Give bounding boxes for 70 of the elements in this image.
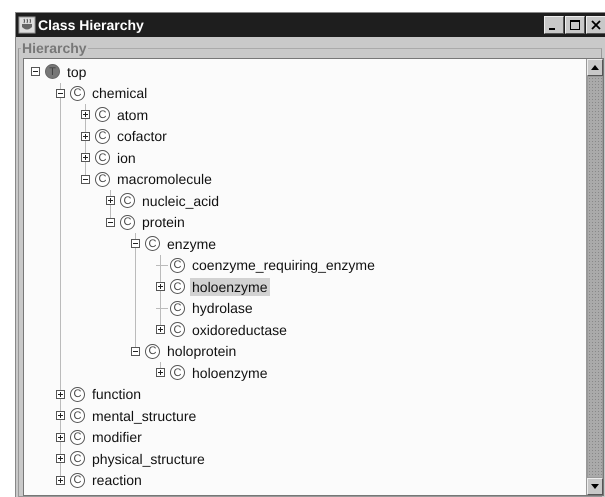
class-icon: C bbox=[70, 386, 85, 402]
tree-item[interactable]: chemical bbox=[90, 84, 150, 102]
class-icon: C bbox=[120, 193, 135, 208]
expand-icon[interactable] bbox=[156, 282, 164, 292]
expand-icon[interactable] bbox=[56, 411, 64, 420]
up-arrow-icon bbox=[591, 65, 599, 70]
class-icon: C bbox=[145, 344, 160, 359]
class-icon: C bbox=[70, 408, 85, 424]
tree-item[interactable]: mental_structure bbox=[90, 406, 198, 425]
tree-item[interactable]: enzyme bbox=[165, 234, 218, 253]
maximize-icon bbox=[569, 19, 581, 31]
collapse-icon[interactable] bbox=[30, 67, 40, 76]
minimize-icon bbox=[549, 28, 555, 30]
expand-icon[interactable] bbox=[80, 153, 90, 162]
tree-item[interactable]: holoenzyme bbox=[190, 278, 270, 296]
class-icon: C bbox=[170, 258, 185, 273]
collapse-icon[interactable] bbox=[80, 174, 90, 184]
tree-item[interactable]: protein bbox=[140, 213, 187, 232]
collapse-icon[interactable] bbox=[106, 218, 114, 227]
class-icon: C bbox=[95, 107, 110, 122]
app-icon bbox=[18, 16, 36, 34]
class-icon: C bbox=[145, 236, 160, 252]
expand-icon[interactable] bbox=[156, 368, 164, 378]
tree-item[interactable]: atom bbox=[115, 106, 150, 124]
scroll-up-button[interactable] bbox=[587, 59, 603, 76]
down-arrow-icon bbox=[591, 484, 599, 489]
class-icon: C bbox=[70, 86, 85, 101]
close-icon bbox=[590, 19, 602, 31]
expand-icon[interactable] bbox=[56, 432, 64, 442]
minimize-button[interactable] bbox=[544, 16, 564, 34]
class-icon: C bbox=[120, 214, 135, 230]
expand-icon[interactable] bbox=[106, 196, 114, 206]
class-icon: C bbox=[170, 322, 185, 338]
collapse-icon[interactable] bbox=[56, 88, 64, 98]
tree-item[interactable]: cofactor bbox=[115, 127, 169, 146]
tree-item[interactable]: nucleic_acid bbox=[140, 192, 222, 210]
expand-icon[interactable] bbox=[156, 325, 164, 334]
tree-item[interactable]: function bbox=[90, 385, 144, 404]
tree-item[interactable]: top bbox=[65, 62, 88, 81]
tree-item[interactable]: holoprotein bbox=[165, 342, 238, 360]
scroll-down-button[interactable] bbox=[587, 478, 603, 495]
collapse-icon[interactable] bbox=[130, 239, 140, 248]
class-icon: C bbox=[170, 279, 185, 294]
tree-item[interactable]: physical_structure bbox=[90, 450, 207, 468]
tree-item[interactable]: macromolecule bbox=[115, 170, 214, 188]
class-icon: C bbox=[70, 430, 85, 445]
class-icon: C bbox=[95, 150, 110, 166]
collapse-icon[interactable] bbox=[130, 346, 140, 356]
expand-icon[interactable] bbox=[56, 476, 64, 485]
class-icon: C bbox=[95, 172, 110, 187]
tree-item[interactable]: holoenzyme bbox=[190, 364, 270, 382]
expand-icon[interactable] bbox=[80, 132, 90, 141]
window-title: Class Hierarchy bbox=[38, 17, 145, 33]
tree-item[interactable]: coenzyme_requiring_enzyme bbox=[190, 256, 377, 274]
tree-item[interactable]: hydrolase bbox=[190, 299, 255, 318]
class-icon: C bbox=[70, 472, 85, 488]
tree-item[interactable]: reaction bbox=[90, 471, 144, 490]
maximize-button[interactable] bbox=[565, 16, 585, 34]
tree-item[interactable]: modifier bbox=[90, 428, 144, 446]
tree-item[interactable]: oxidoreductase bbox=[190, 320, 289, 339]
expand-icon[interactable] bbox=[56, 390, 64, 399]
group-title: Hierarchy bbox=[21, 40, 88, 56]
tree-item[interactable]: ion bbox=[115, 148, 138, 167]
expand-icon[interactable] bbox=[80, 110, 90, 120]
class-icon: C bbox=[70, 451, 85, 466]
expand-icon[interactable] bbox=[56, 454, 64, 464]
class-icon: C bbox=[170, 300, 185, 316]
close-button[interactable] bbox=[586, 16, 605, 34]
class-icon: C bbox=[170, 365, 185, 380]
class-icon: C bbox=[95, 128, 110, 144]
